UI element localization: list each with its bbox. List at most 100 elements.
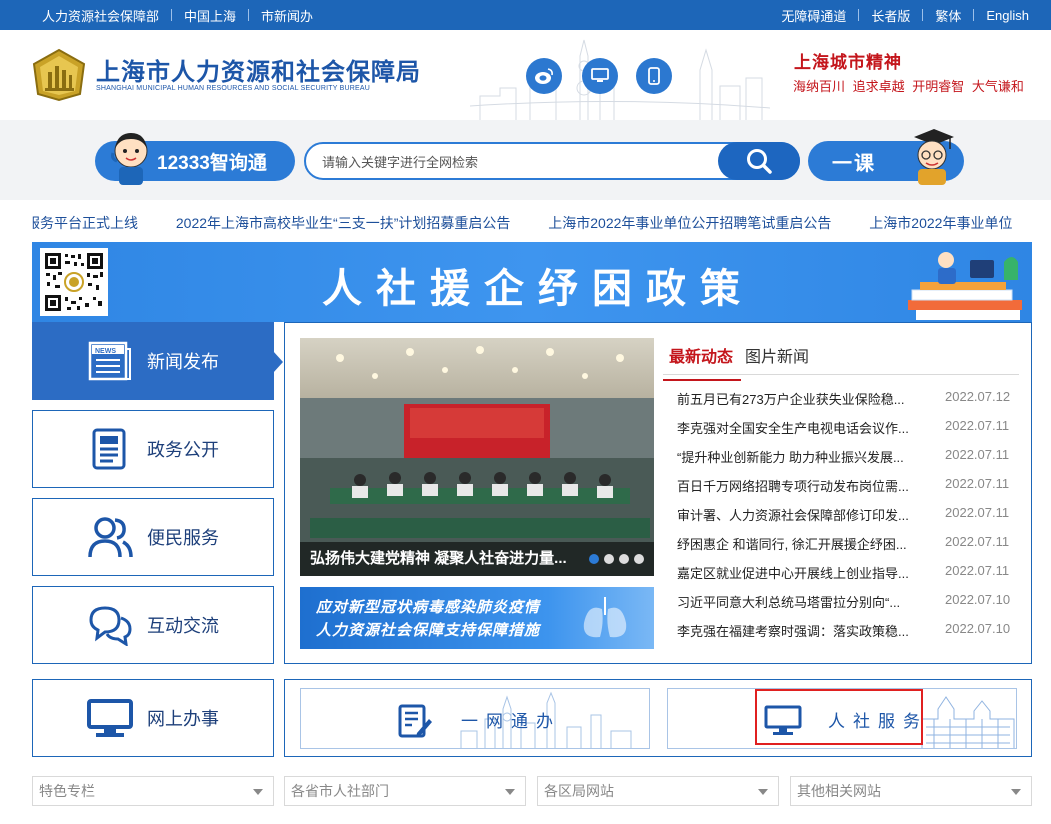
select-value: 各区局网站 [544, 783, 614, 799]
nav-news-release[interactable]: NEWS 新闻发布 [32, 322, 283, 400]
list-item[interactable]: 习近平同意大利总统马塔雷拉分别向“... 2022.07.10 [677, 592, 1021, 621]
banner-title: 人社援企纾困政策 [322, 267, 754, 311]
news-date: 2022.07.10 [945, 621, 1011, 636]
link-mohrss[interactable]: 人力资源社会保障部 [42, 6, 159, 25]
policy-banner[interactable]: 人社援企纾困政策 [32, 242, 1032, 322]
ticker-track: 服务平台正式上线 2022年上海市高校毕业生“三支一扶”计划招募重启公告 上海市… [32, 213, 1032, 233]
city-spirit-slogan: 海纳百川 追求卓越 开明睿智 大气谦和 [793, 79, 1024, 94]
one-lesson-label: 一课 [832, 152, 876, 175]
active-pointer-icon [273, 351, 283, 373]
one-stop-service-button[interactable]: 一网通办 [300, 688, 650, 749]
chevron-down-icon [1011, 789, 1021, 795]
nav-label: 新闻发布 [147, 352, 219, 372]
news-title[interactable]: 审计署、人力资源社会保障部修订印发... [677, 505, 935, 534]
list-item[interactable]: 百日千万网络招聘专项行动发布岗位需... 2022.07.11 [677, 476, 1021, 505]
list-item[interactable]: 纾困惠企 和谐同行, 徐汇开展援企纾困... 2022.07.11 [677, 534, 1021, 563]
nav-government-affairs[interactable]: 政务公开 [32, 410, 274, 488]
nav-online-affairs[interactable]: 网上办事 [32, 679, 274, 757]
ticker-item[interactable]: 上海市2022年事业单位公开招聘笔试重启公告 [548, 215, 831, 231]
tab-latest-news[interactable]: 最新动态 [662, 343, 742, 381]
featured-columns-select[interactable]: 特色专栏 [32, 776, 274, 806]
news-date: 2022.07.11 [945, 476, 1010, 491]
district-sites-select[interactable]: 各区局网站 [537, 776, 779, 806]
books-illustration [908, 252, 1022, 320]
document-icon [85, 424, 135, 474]
carousel-dot[interactable] [589, 554, 599, 564]
covid-banner-line1: 应对新型冠状病毒感染肺炎疫情 [316, 599, 541, 616]
news-icon: NEWS [85, 336, 135, 386]
site-search [304, 142, 800, 180]
smart-consult-label: 12333智询通 [157, 152, 267, 174]
covid-banner-line2: 人力资源社会保障支持保障措施 [316, 622, 541, 639]
link-accessibility[interactable]: 无障碍通道 [781, 6, 846, 25]
list-item[interactable]: 前五月已有273万户企业获失业保险稳... 2022.07.12 [677, 389, 1021, 418]
link-china-shanghai[interactable]: 中国上海 [184, 6, 236, 25]
news-panel: 弘扬伟大建党精神 凝聚人社奋进力量... 应对新型冠状病毒感染肺炎疫情 人力资源… [284, 322, 1032, 664]
tab-photo-news[interactable]: 图片新闻 [745, 343, 809, 367]
weibo-icon [535, 68, 553, 84]
list-item[interactable]: 嘉定区就业促进中心开展线上创业指导... 2022.07.11 [677, 563, 1021, 592]
top-bar-right-links: 无障碍通道 长者版 繁体 English [781, 0, 1029, 30]
desktop-site-button[interactable] [582, 58, 618, 94]
nav-label: 便民服务 [147, 528, 219, 548]
list-item[interactable]: 李克强在福建考察时强调：落实政策稳... 2022.07.10 [677, 621, 1021, 650]
desktop-icon [591, 68, 609, 82]
news-date: 2022.07.11 [945, 418, 1010, 433]
list-item[interactable]: “提升种业创新能力 助力种业振兴发展... 2022.07.11 [677, 447, 1021, 476]
news-title[interactable]: 前五月已有273万户企业获失业保险稳... [677, 389, 935, 418]
carousel-dots [584, 554, 644, 564]
smart-consult-button[interactable]: 12333智询通 [95, 133, 295, 185]
building-illustration [921, 696, 1015, 748]
ticker-item[interactable]: 服务平台正式上线 [32, 215, 138, 231]
list-item[interactable]: 李克强对全国安全生产电视电话会议作... 2022.07.11 [677, 418, 1021, 447]
site-title[interactable]: 上海市人力资源和社会保障局 [96, 52, 421, 87]
nav-label: 政务公开 [147, 440, 219, 460]
news-ticker: 服务平台正式上线 2022年上海市高校毕业生“三支一扶”计划招募重启公告 上海市… [32, 206, 1032, 238]
search-icon [747, 149, 772, 174]
news-title[interactable]: 李克强在福建考察时强调：落实政策稳... [677, 621, 935, 650]
meeting-photo [300, 338, 654, 576]
ticker-item[interactable]: 上海市2022年事业单位 [869, 215, 1012, 231]
one-lesson-button[interactable]: 一课 [808, 129, 964, 185]
list-item[interactable]: 审计署、人力资源社会保障部修订印发... 2022.07.11 [677, 505, 1021, 534]
chat-icon [85, 600, 135, 650]
chevron-down-icon [758, 789, 768, 795]
form-edit-icon [398, 704, 432, 738]
divider [171, 9, 173, 21]
assistant-avatar-icon [111, 133, 148, 185]
link-elderly-version[interactable]: 长者版 [871, 6, 910, 25]
news-title[interactable]: 纾困惠企 和谐同行, 徐汇开展援企纾困... [677, 534, 935, 563]
link-traditional-chinese[interactable]: 繁体 [935, 6, 961, 25]
teacher-avatar-icon [914, 129, 954, 185]
news-tabs: 最新动态 图片新闻 [662, 337, 1019, 381]
bureau-emblem-icon[interactable] [30, 48, 88, 102]
mobile-site-button[interactable] [636, 58, 672, 94]
link-news-office[interactable]: 市新闻办 [261, 6, 313, 25]
provincial-hr-select[interactable]: 各省市人社部门 [284, 776, 526, 806]
news-photo-carousel[interactable]: 弘扬伟大建党精神 凝聚人社奋进力量... [300, 338, 654, 576]
site-header: 上海市人力资源和社会保障局 SHANGHAI MUNICIPAL HUMAN R… [0, 30, 1051, 120]
news-title[interactable]: 习近平同意大利总统马塔雷拉分别向“... [677, 592, 935, 621]
news-title[interactable]: 李克强对全国安全生产电视电话会议作... [677, 418, 935, 447]
other-sites-select[interactable]: 其他相关网站 [790, 776, 1032, 806]
weibo-button[interactable] [526, 58, 562, 94]
search-band: 12333智询通 一课 [0, 120, 1051, 200]
carousel-dot[interactable] [619, 554, 629, 564]
link-english[interactable]: English [986, 8, 1029, 23]
nav-public-service[interactable]: 便民服务 [32, 498, 274, 576]
ticker-item[interactable]: 2022年上海市高校毕业生“三支一扶”计划招募重启公告 [176, 215, 510, 231]
site-title-english: SHANGHAI MUNICIPAL HUMAN RESOURCES AND S… [96, 85, 370, 92]
city-spirit-title: 上海城市精神 [794, 53, 902, 73]
carousel-dot[interactable] [604, 554, 614, 564]
news-title[interactable]: “提升种业创新能力 助力种业振兴发展... [677, 447, 935, 476]
news-date: 2022.07.11 [945, 505, 1010, 520]
news-title[interactable]: 嘉定区就业促进中心开展线上创业指导... [677, 563, 935, 592]
nav-interaction[interactable]: 互动交流 [32, 586, 274, 664]
covid-support-banner[interactable]: 应对新型冠状病毒感染肺炎疫情 人力资源社会保障支持保障措施 [300, 587, 654, 649]
carousel-dot[interactable] [634, 554, 644, 564]
news-title[interactable]: 百日千万网络招聘专项行动发布岗位需... [677, 476, 935, 505]
news-date: 2022.07.11 [945, 534, 1010, 549]
search-input[interactable] [322, 152, 702, 172]
search-button[interactable] [718, 142, 800, 180]
news-date: 2022.07.10 [945, 592, 1011, 607]
